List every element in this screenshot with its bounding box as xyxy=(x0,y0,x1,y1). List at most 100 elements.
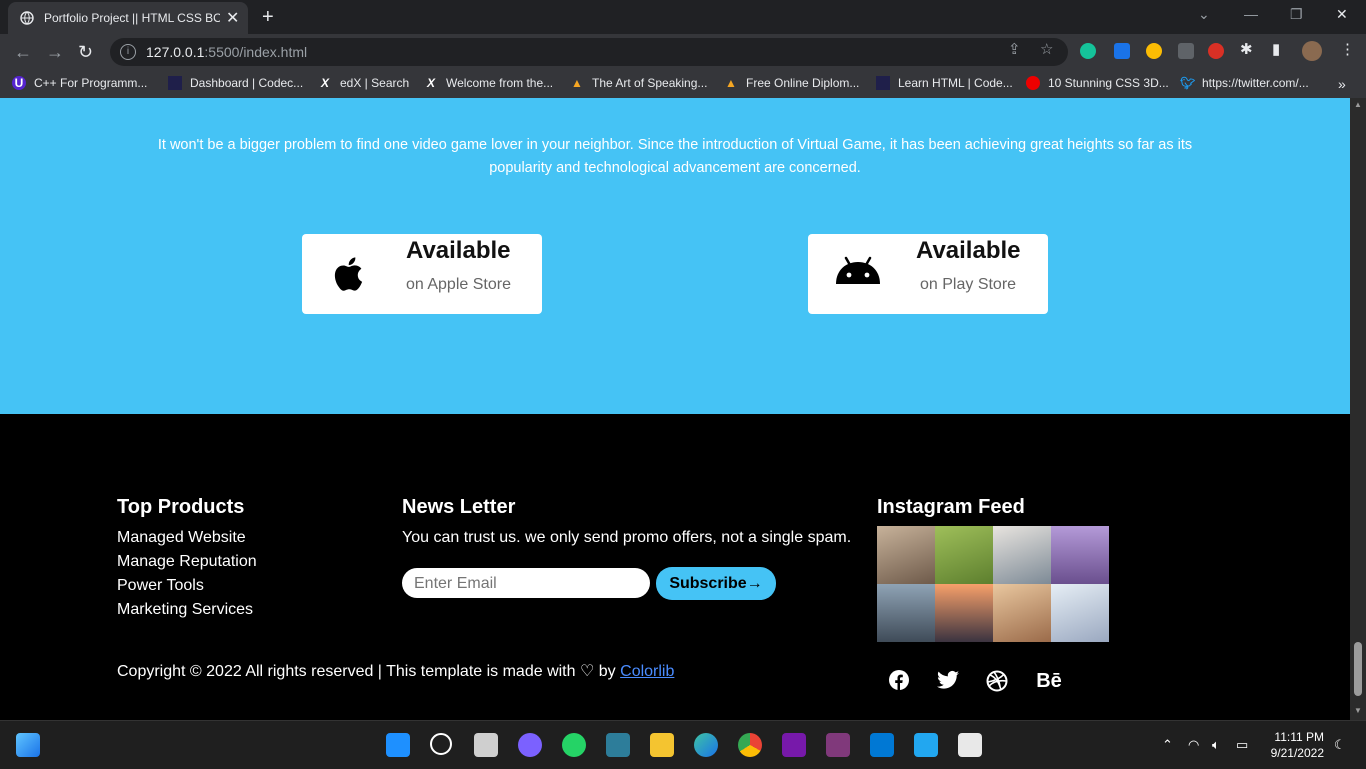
email-input[interactable] xyxy=(412,574,636,594)
alison-icon: ▲ xyxy=(571,76,583,90)
minimize-button[interactable]: — xyxy=(1244,6,1258,22)
footer-link[interactable]: Manage Reputation xyxy=(117,553,257,571)
start-windows-icon[interactable] xyxy=(386,733,410,757)
extension-bulb-icon[interactable] xyxy=(1146,43,1162,59)
play-store-label: on Play Store xyxy=(920,276,1017,293)
profile-avatar[interactable] xyxy=(1302,41,1322,61)
copyright: Copyright © 2022 All rights reserved | T… xyxy=(117,661,674,681)
bookmark-item[interactable]: ▲ Free Online Diplom... xyxy=(724,76,859,90)
scrollbar-thumb[interactable] xyxy=(1354,642,1362,696)
tab-search-icon[interactable]: ⌄ xyxy=(1198,6,1210,23)
restore-button[interactable]: ❐ xyxy=(1290,6,1303,23)
copyright-text: Copyright © 2022 All rights reserved | T… xyxy=(117,663,576,680)
side-panel-icon[interactable]: ▮ xyxy=(1272,40,1280,58)
instagram-photo[interactable] xyxy=(993,526,1051,584)
forward-icon[interactable]: → xyxy=(46,42,64,63)
footer-link[interactable]: Managed Website xyxy=(117,529,246,547)
bookmarks-bar: U C++ For Programm... Dashboard | Codec..… xyxy=(0,70,1366,99)
more-bookmarks-icon[interactable]: » xyxy=(1338,76,1346,92)
vscode-icon[interactable] xyxy=(914,733,938,757)
instagram-photo[interactable] xyxy=(1051,584,1109,642)
back-icon[interactable]: ← xyxy=(14,42,32,63)
footer-link[interactable]: Marketing Services xyxy=(117,601,253,619)
bookmark-item[interactable]: Learn HTML | Code... xyxy=(876,76,1013,90)
instagram-photo[interactable] xyxy=(877,526,935,584)
browser-toolbar: ← → ↻ i 127.0.0.1:5500/index.html ⇪ ☆ ✱ … xyxy=(0,34,1366,70)
apple-store-button[interactable]: Available on Apple Store xyxy=(302,234,542,314)
extensions-puzzle-icon[interactable]: ✱ xyxy=(1240,40,1253,58)
chrome-icon[interactable] xyxy=(738,733,762,757)
address-bar[interactable]: i 127.0.0.1:5500/index.html xyxy=(110,38,1068,66)
play-store-button[interactable]: Available on Play Store xyxy=(808,234,1048,314)
quick-assist-icon[interactable] xyxy=(870,733,894,757)
colorlib-link[interactable]: Colorlib xyxy=(620,663,674,680)
teams-chat-icon[interactable] xyxy=(518,733,542,757)
bookmark-item[interactable]: U C++ For Programm... xyxy=(12,76,147,90)
facebook-icon[interactable] xyxy=(888,670,910,692)
show-hidden-icons[interactable]: ⌃ xyxy=(1162,737,1173,753)
clock-time: 11:11 PM xyxy=(1274,730,1324,744)
share-icon[interactable]: ⇪ xyxy=(1008,40,1021,58)
whatsapp-icon[interactable] xyxy=(562,733,586,757)
behance-icon[interactable]: Bē xyxy=(1036,670,1062,692)
onenote-icon[interactable] xyxy=(782,733,806,757)
instagram-photo[interactable] xyxy=(1051,526,1109,584)
top-products-title: Top Products xyxy=(117,496,245,518)
instagram-photo[interactable] xyxy=(877,584,935,642)
page-scrollbar[interactable]: ▲ ▼ xyxy=(1350,98,1366,720)
scroll-up-icon[interactable]: ▲ xyxy=(1354,100,1362,109)
volume-icon[interactable]: 🔈︎ xyxy=(1212,737,1220,753)
subscribe-button[interactable]: Subscribe→ xyxy=(656,567,776,600)
system-clock[interactable]: 11:11 PM 9/21/2022 xyxy=(1262,729,1324,761)
bookmark-star-icon[interactable]: ☆ xyxy=(1040,40,1053,58)
browser-tabstrip: Portfolio Project || HTML CSS BOOTSTRAP … xyxy=(0,0,1366,34)
widgets-icon[interactable] xyxy=(16,733,40,757)
battery-icon[interactable]: ▭ xyxy=(1236,737,1248,753)
wifi-icon[interactable]: ◠ xyxy=(1188,737,1199,753)
extension-icon[interactable] xyxy=(1114,43,1130,59)
task-view-icon[interactable] xyxy=(474,733,498,757)
close-tab-icon[interactable]: ✕ xyxy=(226,8,239,28)
twitter-icon: 🐦︎ xyxy=(1180,76,1196,90)
bookmark-item[interactable]: Dashboard | Codec... xyxy=(168,76,303,90)
new-tab-button[interactable]: + xyxy=(262,6,274,29)
search-icon[interactable] xyxy=(430,733,452,755)
codecademy-icon xyxy=(876,76,890,90)
page-viewport: It won't be a bigger problem to find one… xyxy=(0,98,1350,720)
footer-link[interactable]: Power Tools xyxy=(117,577,204,595)
dribbble-icon[interactable] xyxy=(986,670,1008,692)
email-field-wrapper xyxy=(402,568,650,598)
bookmark-item[interactable]: X Welcome from the... xyxy=(424,76,553,90)
apple-store-label: on Apple Store xyxy=(406,276,511,293)
grammarly-icon[interactable] xyxy=(1080,43,1096,59)
apple-icon xyxy=(334,257,363,291)
adblock-icon[interactable] xyxy=(1208,43,1224,59)
site-info-icon[interactable]: i xyxy=(120,44,136,60)
window-close-button[interactable]: ✕ xyxy=(1336,6,1348,23)
microsoft-store-icon[interactable] xyxy=(606,733,630,757)
menu-kebab-icon[interactable]: ⋮ xyxy=(1340,40,1355,58)
bookmark-item[interactable]: ▲ The Art of Speaking... xyxy=(570,76,707,90)
extension-pen-icon[interactable] xyxy=(1178,43,1194,59)
instagram-photo[interactable] xyxy=(935,526,993,584)
heart-icon: ♡ xyxy=(579,663,595,680)
clock-date: 9/21/2022 xyxy=(1270,746,1324,760)
twitter-icon[interactable] xyxy=(937,670,959,692)
site-footer: Top Products Managed Website Manage Repu… xyxy=(0,414,1350,720)
browser-tab[interactable]: Portfolio Project || HTML CSS BOOTSTRAP … xyxy=(8,2,248,34)
bookmark-item[interactable]: XedX | Search xyxy=(318,76,409,90)
instagram-photo[interactable] xyxy=(935,584,993,642)
instagram-title: Instagram Feed xyxy=(877,496,1025,518)
instagram-photo[interactable] xyxy=(993,584,1051,642)
reload-icon[interactable]: ↻ xyxy=(78,42,93,63)
copyright-by: by xyxy=(598,663,616,680)
file-explorer-icon[interactable] xyxy=(650,733,674,757)
onenote-app-icon[interactable] xyxy=(826,733,850,757)
bookmark-item[interactable]: 🐦︎ https://twitter.com/... xyxy=(1180,76,1309,90)
edge-icon[interactable] xyxy=(694,733,718,757)
codecademy-icon xyxy=(168,76,182,90)
scroll-down-icon[interactable]: ▼ xyxy=(1354,706,1362,715)
focus-moon-icon[interactable]: ☾ xyxy=(1334,737,1346,753)
snipping-tool-icon[interactable] xyxy=(958,733,982,757)
bookmark-item[interactable]: 10 Stunning CSS 3D... xyxy=(1026,76,1169,90)
